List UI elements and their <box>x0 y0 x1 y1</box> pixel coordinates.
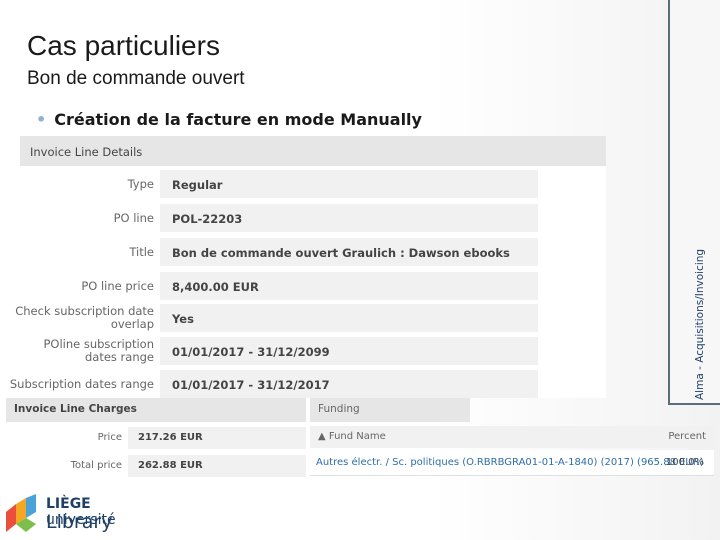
detail-label: Title <box>129 245 154 259</box>
fund-name-link[interactable]: Autres électr. / Sc. politiques (O.RBRBG… <box>316 457 704 468</box>
detail-label: PO line <box>113 211 154 225</box>
detail-label: Subscription dates range <box>9 377 154 391</box>
funding-header: Funding <box>310 398 470 422</box>
detail-value: 8,400.00 EUR <box>160 272 538 300</box>
charge-row-price: Price 217.26 EUR <box>6 427 306 449</box>
slide-title: Cas particuliers <box>27 30 220 61</box>
charge-value: 262.88 EUR <box>128 455 306 477</box>
detail-value: Bon de commande ouvert Graulich : Dawson… <box>160 238 538 266</box>
detail-value: 01/01/2017 - 31/12/2099 <box>160 337 538 365</box>
bullet-dot-icon: • <box>36 110 47 129</box>
table-row: Autres électr. / Sc. politiques (O.RBRBG… <box>310 450 714 476</box>
fund-name-column-header[interactable]: ▲ Fund Name <box>318 431 386 442</box>
detail-label: Type <box>127 177 154 191</box>
detail-value: POL-22203 <box>160 204 538 232</box>
funding-table-header: ▲ Fund Name Percent <box>310 426 714 448</box>
percent-column-header[interactable]: Percent <box>668 431 706 442</box>
charge-row-total-price: Total price 262.88 EUR <box>6 455 306 477</box>
charge-label: Total price <box>70 460 122 471</box>
invoice-line-charges-panel: Invoice Line Charges Price 217.26 EUR To… <box>6 398 306 478</box>
detail-label: POline subscription dates range <box>43 337 154 364</box>
logo-library-text: Library <box>46 511 113 533</box>
invoice-line-details-header: Invoice Line Details <box>20 136 606 166</box>
logo-mark-icon <box>6 494 36 532</box>
liege-library-logo: LIÈGE université Library <box>6 494 156 536</box>
invoice-line-charges-header: Invoice Line Charges <box>6 398 306 422</box>
detail-value: 01/01/2017 - 31/12/2017 <box>160 370 538 398</box>
bullet-point: • Création de la facture en mode Manually <box>36 110 422 129</box>
detail-label: Check subscription date overlap <box>15 304 154 331</box>
detail-value: Yes <box>160 304 538 332</box>
fund-percent: 100.0% <box>665 457 704 468</box>
charge-value: 217.26 EUR <box>128 427 306 449</box>
detail-label: PO line price <box>81 279 154 293</box>
invoice-line-details-panel: Invoice Line Details Type Regular PO lin… <box>10 136 606 398</box>
side-banner-label: Alma - Acquisitions/Invoicing <box>694 248 706 400</box>
slide-subtitle: Bon de commande ouvert <box>27 68 245 89</box>
bullet-text: Création de la facture en mode Manually <box>54 110 422 129</box>
funding-panel: Funding ▲ Fund Name Percent Autres élect… <box>310 398 714 478</box>
charge-label: Price <box>97 432 122 443</box>
detail-value: Regular <box>160 170 538 198</box>
